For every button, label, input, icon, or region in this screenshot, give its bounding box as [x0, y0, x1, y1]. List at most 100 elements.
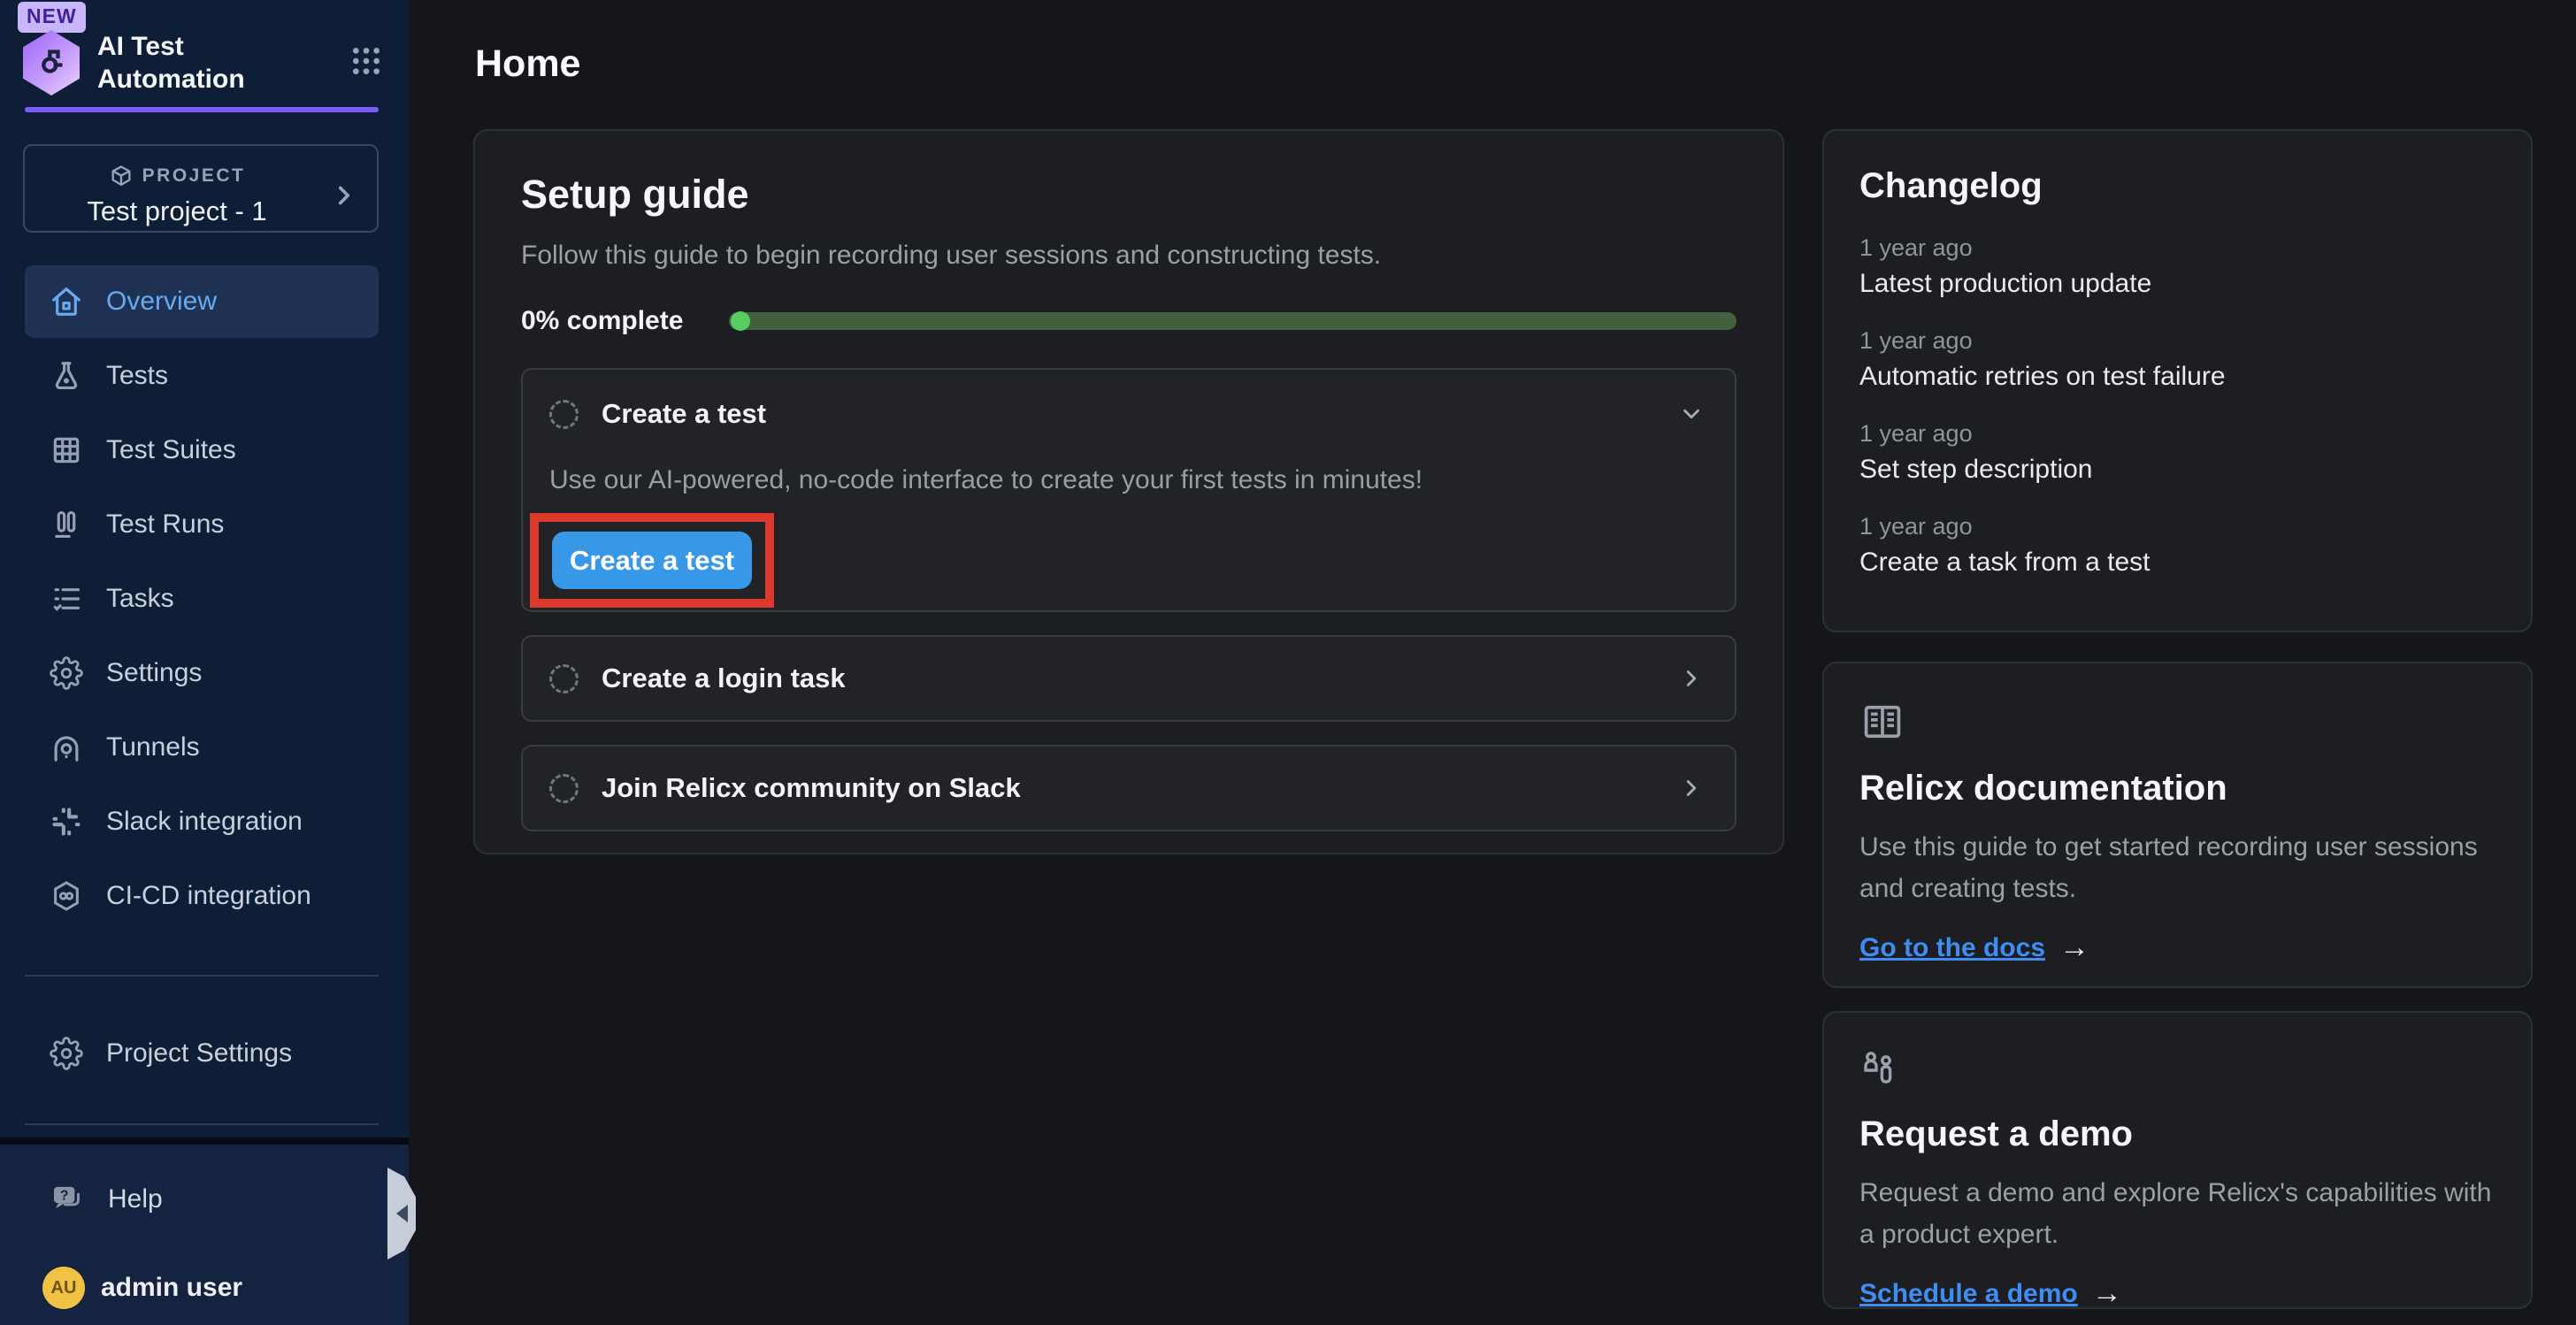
gear-icon [50, 656, 83, 690]
changelog-entry: 1 year ago Latest production update [1859, 234, 2496, 299]
progress-label: 0% complete [521, 306, 683, 336]
task-list-icon [50, 582, 83, 616]
sidebar-item-tasks[interactable]: Tasks [25, 563, 379, 635]
sidebar-footer: ? Help AU admin user [0, 1137, 409, 1325]
cicd-hexagon-icon [50, 879, 83, 913]
chevron-right-icon [1678, 665, 1705, 692]
sidebar-item-slack-integration[interactable]: Slack integration [25, 785, 379, 858]
sidebar-divider [25, 975, 379, 977]
sidebar-item-overview[interactable]: Overview [25, 265, 379, 338]
annotation-box: Create a test [530, 513, 774, 608]
setup-guide-title: Setup guide [521, 172, 1736, 218]
entry-title: Create a task from a test [1859, 548, 2496, 578]
sidebar: NEW AI Test Automation [0, 0, 409, 1325]
setup-progress: 0% complete [521, 306, 1736, 336]
incomplete-step-icon [549, 774, 579, 803]
step-title: Create a test [602, 398, 766, 430]
entry-title: Set step description [1859, 455, 2496, 485]
sidebar-item-label: Test Runs [106, 509, 224, 540]
demo-title: Request a demo [1859, 1114, 2496, 1154]
schedule-demo-link[interactable]: Schedule a demo [1859, 1279, 2078, 1309]
entry-time: 1 year ago [1859, 234, 2496, 262]
setup-step-create-test: Create a test Use our AI-powered, no-cod… [521, 368, 1736, 612]
project-selector[interactable]: PROJECT Test project - 1 [23, 144, 379, 233]
sidebar-item-label: Tasks [106, 584, 174, 614]
people-icon [1859, 1048, 1902, 1091]
sidebar-item-cicd-integration[interactable]: CI-CD integration [25, 860, 379, 932]
sidebar-item-tunnels[interactable]: Tunnels [25, 711, 379, 784]
svg-text:?: ? [60, 1189, 69, 1204]
progress-dot [731, 311, 750, 331]
project-cube-icon [109, 164, 134, 188]
tunnel-icon [50, 731, 83, 764]
step-title: Join Relicx community on Slack [602, 772, 1021, 804]
setup-step-header[interactable]: Create a test [523, 370, 1735, 458]
entry-time: 1 year ago [1859, 513, 2496, 540]
entry-time: 1 year ago [1859, 420, 2496, 448]
user-menu[interactable]: AU admin user [42, 1267, 242, 1309]
setup-step-join-slack[interactable]: Join Relicx community on Slack [521, 745, 1736, 831]
page-title: Home [475, 42, 580, 86]
sidebar-item-test-runs[interactable]: Test Runs [25, 488, 379, 561]
sidebar-item-label: CI-CD integration [106, 881, 311, 911]
sidebar-item-label: Overview [106, 287, 217, 317]
changelog-card: Changelog 1 year ago Latest production u… [1822, 129, 2533, 632]
go-to-docs-link[interactable]: Go to the docs [1859, 933, 2045, 963]
progress-bar [729, 312, 1736, 330]
documentation-icon [1859, 699, 1905, 745]
docs-card: Relicx documentation Use this guide to g… [1822, 662, 2533, 988]
slack-icon [50, 805, 83, 839]
avatar: AU [42, 1267, 85, 1309]
project-label: PROJECT [142, 165, 246, 187]
help-label: Help [108, 1184, 163, 1214]
sidebar-item-label: Settings [106, 658, 202, 688]
step-title: Create a login task [602, 662, 846, 694]
sidebar-item-label: Tests [106, 361, 168, 391]
arrow-right-icon: → [2092, 1276, 2122, 1311]
test-runs-icon [50, 508, 83, 541]
sidebar-item-settings[interactable]: Settings [25, 637, 379, 709]
changelog-title: Changelog [1859, 166, 2496, 206]
chevron-right-icon [329, 180, 359, 211]
entry-title: Latest production update [1859, 269, 2496, 299]
incomplete-step-icon [549, 664, 579, 693]
docs-description: Use this guide to get started recording … [1859, 826, 2496, 909]
user-name: admin user [101, 1273, 242, 1303]
sidebar-item-label: Tunnels [106, 732, 200, 762]
sidebar-item-project-settings[interactable]: Project Settings [25, 1017, 379, 1090]
chevron-right-icon [1678, 775, 1705, 801]
new-badge: NEW [18, 2, 86, 33]
setup-guide-subtitle: Follow this guide to begin recording use… [521, 241, 1736, 271]
grid-icon [50, 433, 83, 467]
sidebar-nav: Overview Tests Test Suites Test Runs [25, 265, 379, 1091]
help-button[interactable]: ? Help [50, 1182, 163, 1217]
sidebar-item-tests[interactable]: Tests [25, 340, 379, 412]
sidebar-item-label: Project Settings [106, 1038, 292, 1068]
step-description: Use our AI-powered, no-code interface to… [549, 465, 1708, 495]
apps-grid-icon[interactable] [349, 43, 384, 83]
demo-card: Request a demo Request a demo and explor… [1822, 1011, 2533, 1309]
help-chat-icon: ? [50, 1182, 85, 1217]
setup-guide-card: Setup guide Follow this guide to begin r… [473, 129, 1784, 854]
app-title: AI Test Automation [97, 30, 301, 96]
changelog-entry: 1 year ago Automatic retries on test fai… [1859, 327, 2496, 392]
changelog-entry: 1 year ago Create a task from a test [1859, 513, 2496, 578]
arrow-right-icon: → [2059, 931, 2089, 965]
project-name: Test project - 1 [87, 195, 266, 227]
entry-title: Automatic retries on test failure [1859, 362, 2496, 392]
sidebar-collapse-handle[interactable] [387, 1168, 416, 1260]
sidebar-item-test-suites[interactable]: Test Suites [25, 414, 379, 486]
sidebar-item-label: Slack integration [106, 807, 303, 837]
docs-title: Relicx documentation [1859, 769, 2496, 808]
setup-step-create-login-task[interactable]: Create a login task [521, 635, 1736, 722]
incomplete-step-icon [549, 400, 579, 429]
robot-arm-icon [34, 45, 69, 80]
chevron-down-icon [1678, 401, 1705, 427]
create-test-button[interactable]: Create a test [552, 532, 752, 589]
sidebar-item-label: Test Suites [106, 435, 236, 465]
flask-icon [50, 359, 83, 393]
app-logo [23, 30, 80, 96]
demo-description: Request a demo and explore Relicx's capa… [1859, 1172, 2496, 1255]
entry-time: 1 year ago [1859, 327, 2496, 355]
accent-divider [25, 107, 379, 112]
